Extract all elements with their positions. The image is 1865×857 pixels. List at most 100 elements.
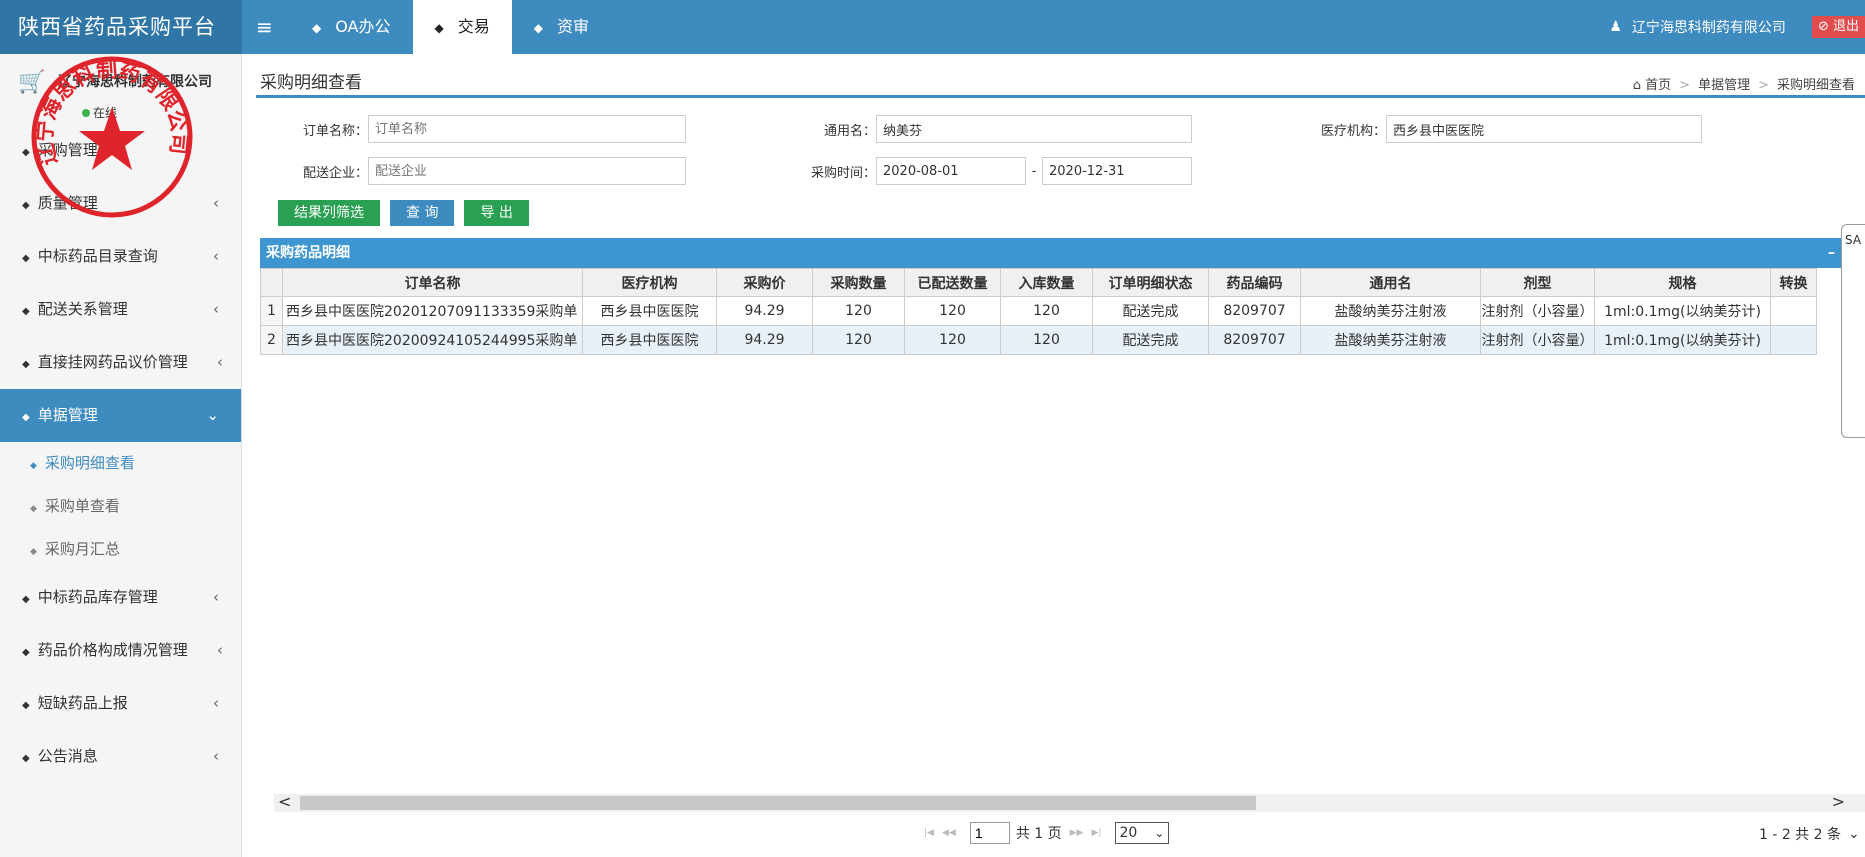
cell-shipped: 120: [904, 296, 1001, 326]
column-header[interactable]: 医疗机构: [582, 268, 717, 297]
cell-drug-code: 8209707: [1208, 296, 1301, 326]
sidebar-subitem-detail[interactable]: ◆ 采购明细查看: [0, 442, 241, 485]
floating-side-panel[interactable]: SA: [1841, 224, 1865, 438]
record-total: 1 - 2 共 2 条: [1758, 827, 1841, 843]
sidebar-item-inventory[interactable]: ◆ 中标药品库存管理 ‹: [0, 571, 241, 624]
table-row[interactable]: 2 西乡县中医医院20200924105244995采购单 西乡县中医医院 94…: [260, 325, 1817, 355]
sidebar-subitem-monthly[interactable]: ◆ 采购月汇总: [0, 528, 241, 571]
date-from-input[interactable]: [876, 157, 1026, 185]
chevron-left-icon: ‹: [213, 247, 219, 265]
purchase-time-label: 采购时间：: [810, 165, 876, 181]
cell-price: 94.29: [716, 296, 813, 326]
institution-label: 医疗机构：: [1320, 123, 1386, 139]
logout-icon: ⊘: [1817, 19, 1829, 34]
diamond-icon: ◆: [22, 700, 30, 711]
pagination: |◀ ◀◀ 共 1 页 ▶▶ ▶| 20 ⌄ 1 - 2 共 2 条: [256, 820, 1865, 850]
export-button[interactable]: 导 出: [464, 200, 529, 226]
column-header[interactable]: 采购价: [716, 268, 813, 297]
column-header[interactable]: 入库数量: [1000, 268, 1093, 297]
order-name-input[interactable]: [368, 115, 686, 143]
breadcrumb-documents[interactable]: 单据管理: [1698, 78, 1750, 93]
page-number-input[interactable]: [969, 822, 1010, 844]
diamond-icon: ◆: [533, 21, 543, 35]
sidebar-item-label: 短缺药品上报: [37, 694, 128, 712]
chevron-left-icon: ‹: [213, 747, 219, 765]
column-filter-button[interactable]: 结果列筛选: [278, 200, 380, 226]
form-row: 订单名称：: [256, 114, 686, 144]
last-page-icon[interactable]: ▶|: [1091, 828, 1101, 838]
diamond-icon: ◆: [22, 647, 30, 658]
top-nav-audit[interactable]: ◆ 资审: [512, 0, 611, 54]
diamond-icon: ◆: [22, 412, 30, 423]
column-header[interactable]: 药品编码: [1208, 268, 1301, 297]
diamond-icon: ◆: [22, 359, 30, 370]
column-header[interactable]: 采购数量: [812, 268, 905, 297]
sidebar-item-notices[interactable]: ◆ 公告消息 ‹: [0, 730, 241, 783]
column-header[interactable]: 已配送数量: [904, 268, 1001, 297]
table-row[interactable]: 1 西乡县中医医院20201207091133359采购单 西乡县中医医院 94…: [260, 296, 1817, 326]
user-icon: ♟: [1609, 19, 1622, 35]
form-row: 配送企业：: [256, 156, 686, 186]
form-row: 通用名：: [776, 114, 1192, 144]
sidebar-item-label: 公告消息: [37, 747, 98, 765]
top-nav: ◆ OA办公 ◆ 交易 ◆ 资审: [290, 0, 611, 54]
top-bar: 陕西省药品采购平台 ≡ ◆ OA办公 ◆ 交易 ◆ 资审 ♟ 辽宁海思科制药有限公司 …: [0, 0, 1865, 54]
top-nav-label: 交易: [457, 17, 490, 36]
chevron-left-icon: ‹: [213, 300, 219, 318]
sidebar-item-documents[interactable]: ◆ 单据管理 ⌄: [0, 389, 241, 442]
column-header[interactable]: 通用名: [1300, 268, 1481, 297]
scroll-down-icon[interactable]: ⌄: [1848, 826, 1860, 842]
chevron-left-icon: ‹: [213, 194, 219, 212]
column-header[interactable]: 订单名称: [282, 268, 583, 297]
cell-stocked: 120: [1000, 325, 1093, 355]
institution-input[interactable]: [1386, 115, 1702, 143]
main-content: 采购明细查看 ⌂ 首页 > 单据管理 > 采购明细查看 订单名称： 通用名： 医疗机构：…: [256, 54, 1865, 857]
cell-generic-name: 盐酸纳美芬注射液: [1300, 325, 1481, 355]
table-header-row: 订单名称 医疗机构 采购价 采购数量 已配送数量 入库数量 订单明细状态 药品编…: [260, 268, 1817, 297]
page-size-select[interactable]: 20 ⌄: [1115, 822, 1170, 844]
diamond-icon: ◆: [22, 594, 30, 605]
sidebar-item-bargain[interactable]: ◆ 直接挂网药品议价管理 ‹: [0, 336, 241, 389]
scroll-thumb[interactable]: [300, 796, 1256, 810]
sidebar-item-catalog[interactable]: ◆ 中标药品目录查询 ‹: [0, 230, 241, 283]
cell-quantity: 120: [812, 325, 905, 355]
order-name-label: 订单名称：: [302, 123, 368, 139]
column-header[interactable]: 规格: [1594, 268, 1771, 297]
first-page-icon[interactable]: |◀: [924, 828, 934, 838]
top-right: ♟ 辽宁海思科制药有限公司 ⊘ 退出: [1609, 0, 1865, 54]
cell-order-name: 西乡县中医医院20200924105244995采购单: [282, 325, 583, 355]
diamond-icon: ◆: [22, 253, 30, 264]
row-number: 2: [260, 325, 283, 355]
user-company[interactable]: 辽宁海思科制药有限公司: [1632, 17, 1786, 37]
top-nav-trade[interactable]: ◆ 交易: [412, 0, 512, 54]
collapse-icon[interactable]: –: [1828, 238, 1835, 268]
sidebar-item-label: 单据管理: [37, 406, 98, 424]
detail-table: 订单名称 医疗机构 采购价 采购数量 已配送数量 入库数量 订单明细状态 药品编…: [260, 268, 1817, 355]
sidebar-subitem-orders[interactable]: ◆ 采购单查看: [0, 485, 241, 528]
cell-conversion: [1770, 325, 1817, 355]
distributor-input[interactable]: [368, 157, 686, 185]
horizontal-scrollbar[interactable]: < >: [274, 792, 1865, 812]
scroll-left-icon[interactable]: <: [278, 792, 291, 811]
logout-button[interactable]: ⊘ 退出: [1811, 16, 1865, 38]
prev-page-icon[interactable]: ◀◀: [942, 828, 956, 838]
next-page-icon[interactable]: ▶▶: [1070, 828, 1084, 838]
column-header[interactable]: 订单明细状态: [1092, 268, 1209, 297]
menu-toggle-icon[interactable]: ≡: [256, 0, 273, 54]
date-to-input[interactable]: [1042, 157, 1192, 185]
cell-dosage-form: 注射剂（小容量）: [1480, 296, 1595, 326]
sidebar-item-label: 配送关系管理: [37, 300, 128, 318]
column-header[interactable]: 转换: [1770, 268, 1817, 297]
query-button[interactable]: 查 询: [390, 200, 455, 226]
breadcrumb-home[interactable]: 首页: [1645, 78, 1671, 93]
action-buttons: 结果列筛选 查 询 导 出: [278, 200, 539, 226]
cell-drug-code: 8209707: [1208, 325, 1301, 355]
scroll-right-icon[interactable]: >: [1832, 792, 1845, 811]
page-title-bar: 采购明细查看 ⌂ 首页 > 单据管理 > 采购明细查看: [256, 54, 1865, 98]
sidebar-item-distribution[interactable]: ◆ 配送关系管理 ‹: [0, 283, 241, 336]
generic-name-input[interactable]: [876, 115, 1192, 143]
top-nav-oa[interactable]: ◆ OA办公: [290, 0, 413, 54]
column-header[interactable]: 剂型: [1480, 268, 1595, 297]
sidebar-item-shortage[interactable]: ◆ 短缺药品上报 ‹: [0, 677, 241, 730]
sidebar-item-price-structure[interactable]: ◆ 药品价格构成情况管理 ‹: [0, 624, 241, 677]
